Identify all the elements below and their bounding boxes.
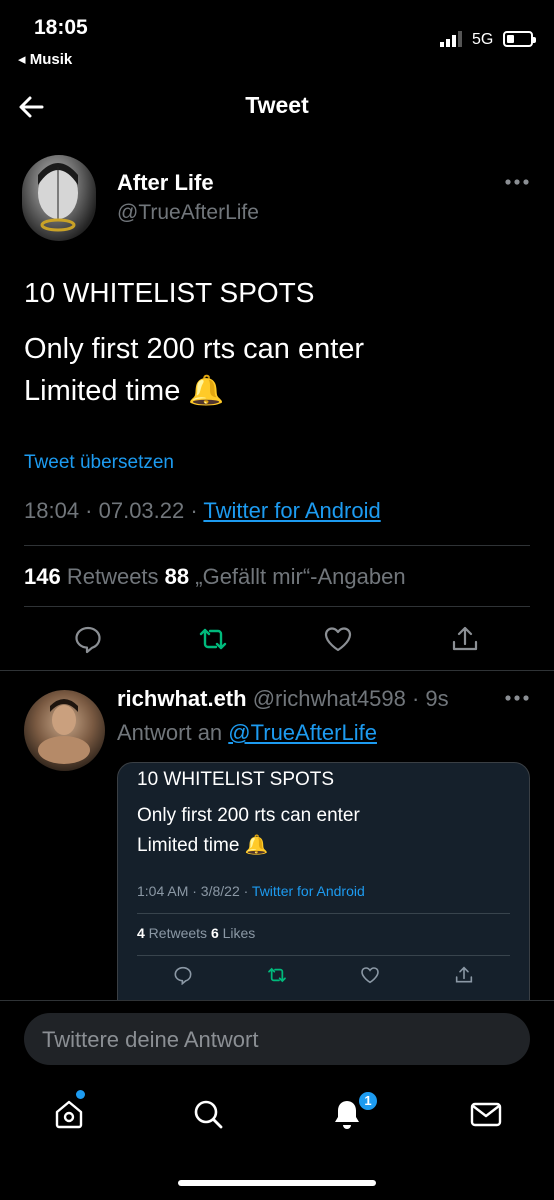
tweet-text-line: 10 WHITELIST SPOTS — [24, 277, 315, 308]
share-icon[interactable] — [450, 624, 480, 654]
quote-meta: 1:04 AM · 3/8/22 · Twitter for Android — [137, 883, 365, 899]
reply-input[interactable]: Twittere deine Antwort — [24, 1013, 530, 1065]
tweet-stats: 146 Retweets 88 „Gefällt mir“-Angaben — [24, 564, 406, 590]
home-icon[interactable] — [52, 1097, 86, 1131]
avatar[interactable] — [22, 155, 96, 241]
divider — [137, 913, 510, 914]
page-title: Tweet — [245, 92, 309, 118]
signal-icon — [440, 31, 462, 47]
divider — [0, 670, 554, 671]
network-type: 5G — [472, 31, 494, 48]
notification-count-badge: 1 — [357, 1090, 379, 1112]
author-name[interactable]: After Life — [117, 170, 214, 196]
reply-author-name[interactable]: richwhat.eth — [117, 686, 247, 711]
reply-icon[interactable] — [73, 624, 103, 654]
reply-icon — [174, 966, 192, 985]
author-handle[interactable]: @TrueAfterLife — [117, 201, 259, 225]
avatar[interactable] — [24, 690, 105, 771]
like-stat[interactable]: 88 „Gefällt mir“-Angaben — [165, 564, 406, 589]
tweet-text-line: Only first 200 rts can enter — [24, 333, 365, 365]
quote-text-line: Only first 200 rts can enter — [137, 805, 360, 826]
reply-input-placeholder: Twittere deine Antwort — [42, 1027, 259, 1052]
messages-mail-icon[interactable] — [469, 1097, 503, 1131]
more-options-icon[interactable] — [504, 694, 530, 702]
tweet-source-link[interactable]: Twitter for Android — [203, 498, 380, 523]
share-icon — [455, 966, 473, 983]
battery-icon — [503, 31, 536, 47]
tweet-meta: 18:04 · 07.03.22 · Twitter for Android — [24, 498, 381, 524]
status-time: 18:05 — [34, 16, 88, 39]
quoted-tweet-card[interactable]: 10 WHITELIST SPOTS Only first 200 rts ca… — [117, 762, 530, 1022]
reply-header: richwhat.eth @richwhat4598 · 9s — [117, 686, 449, 712]
divider — [24, 545, 530, 546]
reply-author-handle[interactable]: @richwhat4598 · 9s — [247, 686, 449, 711]
quote-source: Twitter for Android — [251, 883, 365, 899]
tweet-text-line: Limited time 🔔 — [24, 375, 225, 407]
new-content-dot — [76, 1090, 85, 1099]
like-heart-icon[interactable] — [323, 624, 353, 654]
more-options-icon[interactable] — [504, 178, 530, 186]
retweet-stat[interactable]: 146 Retweets — [24, 564, 165, 589]
divider — [0, 1000, 554, 1001]
like-heart-icon — [361, 967, 379, 984]
retweet-icon[interactable] — [198, 624, 228, 654]
quote-stats: 4 Retweets 6 Likes — [137, 925, 256, 941]
quote-text-line: Limited time 🔔 — [137, 835, 269, 856]
divider — [24, 606, 530, 607]
back-to-app-link[interactable]: ◂ Musik — [18, 50, 72, 68]
quote-text-line: 10 WHITELIST SPOTS — [137, 769, 335, 790]
search-icon[interactable] — [191, 1097, 225, 1131]
tweet-timestamp: 18:04 · 07.03.22 · — [24, 498, 204, 523]
divider — [137, 955, 510, 956]
home-indicator — [178, 1180, 376, 1186]
reply-to-handle-link[interactable]: @TrueAfterLife — [228, 720, 377, 745]
retweet-icon — [268, 967, 286, 983]
reply-to-line: Antwort an @TrueAfterLife — [117, 720, 377, 745]
translate-tweet-link[interactable]: Tweet übersetzen — [24, 452, 174, 474]
